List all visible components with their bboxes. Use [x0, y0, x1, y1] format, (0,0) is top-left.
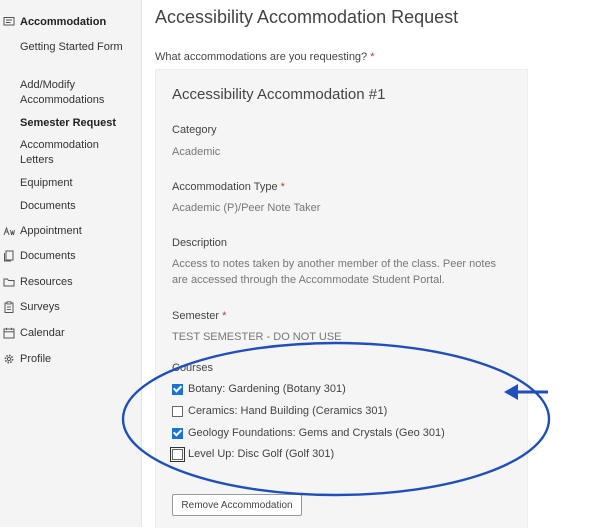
category-value: Academic — [172, 146, 221, 158]
category-label: Category — [172, 124, 217, 136]
nav-surveys-label: Surveys — [20, 301, 60, 313]
sidebar: Accommodation Getting Started Form Add/M… — [0, 0, 142, 527]
appointment-icon — [3, 226, 15, 236]
courses-label: Courses — [172, 362, 213, 374]
message-square-icon — [3, 17, 15, 26]
nav-profile-label: Profile — [20, 353, 52, 365]
required-marker: * — [222, 310, 227, 322]
description-value: Access to notes taken by another member … — [172, 258, 497, 286]
accommodation-question: What accommodations are you requesting? … — [155, 51, 375, 63]
nav-accommodation-label: Accommodation — [20, 16, 107, 28]
semester-value: TEST SEMESTER - DO NOT USE — [172, 331, 342, 343]
semester-label-text: Semester — [172, 310, 220, 322]
folder-icon — [3, 278, 15, 287]
clipboard-icon — [4, 301, 14, 313]
nav-documents-label: Documents — [20, 250, 76, 262]
course-checkbox[interactable] — [172, 383, 183, 395]
accommodation-type-label: Accommodation Type * — [172, 181, 285, 193]
semester-label: Semester * — [172, 310, 226, 322]
course-geology[interactable]: Geology Foundations: Gems and Crystals (… — [172, 427, 445, 439]
nav-semester-request[interactable]: Semester Request — [20, 116, 130, 131]
documents-icon — [4, 250, 14, 262]
course-checkbox[interactable] — [172, 405, 183, 417]
course-label: Ceramics: Hand Building (Ceramics 301) — [188, 405, 388, 417]
course-botany[interactable]: Botany: Gardening (Botany 301) — [172, 383, 346, 395]
accommodation-card: Accessibility Accommodation #1 Category … — [155, 69, 528, 528]
calendar-icon — [3, 327, 15, 339]
nav-accommodation-letters[interactable]: Accommodation Letters — [20, 138, 130, 168]
nav-appointment-label: Appointment — [20, 225, 82, 237]
course-ceramics[interactable]: Ceramics: Hand Building (Ceramics 301) — [172, 405, 387, 417]
nav-resources-label: Resources — [20, 276, 73, 288]
question-text: What accommodations are you requesting? — [155, 51, 368, 63]
course-disc-golf[interactable]: Level Up: Disc Golf (Golf 301) — [170, 446, 335, 462]
accommodation-type-value: Academic (P)/Peer Note Taker — [172, 202, 321, 214]
course-checkbox[interactable] — [172, 427, 183, 439]
required-marker: * — [370, 51, 375, 63]
course-label: Botany: Gardening (Botany 301) — [188, 383, 346, 395]
nav-equipment[interactable]: Equipment — [20, 176, 130, 191]
course-label: Geology Foundations: Gems and Crystals (… — [188, 427, 445, 439]
nav-add-modify-accommodations[interactable]: Add/Modify Accommodations — [20, 78, 130, 108]
page-title: Accessibility Accommodation Request — [155, 7, 459, 27]
accommodation-type-label-text: Accommodation Type — [172, 181, 278, 193]
nav-getting-started-form[interactable]: Getting Started Form — [20, 40, 130, 55]
course-label: Level Up: Disc Golf (Golf 301) — [188, 448, 335, 460]
nav-calendar-label: Calendar — [20, 327, 65, 339]
nav-sub-documents[interactable]: Documents — [20, 199, 130, 214]
card-title: Accessibility Accommodation #1 — [172, 86, 386, 103]
required-marker: * — [280, 181, 285, 193]
gear-icon — [4, 354, 14, 364]
course-checkbox[interactable] — [170, 446, 185, 462]
remove-accommodation-button[interactable]: Remove Accommodation — [172, 494, 302, 516]
description-label: Description — [172, 237, 228, 249]
